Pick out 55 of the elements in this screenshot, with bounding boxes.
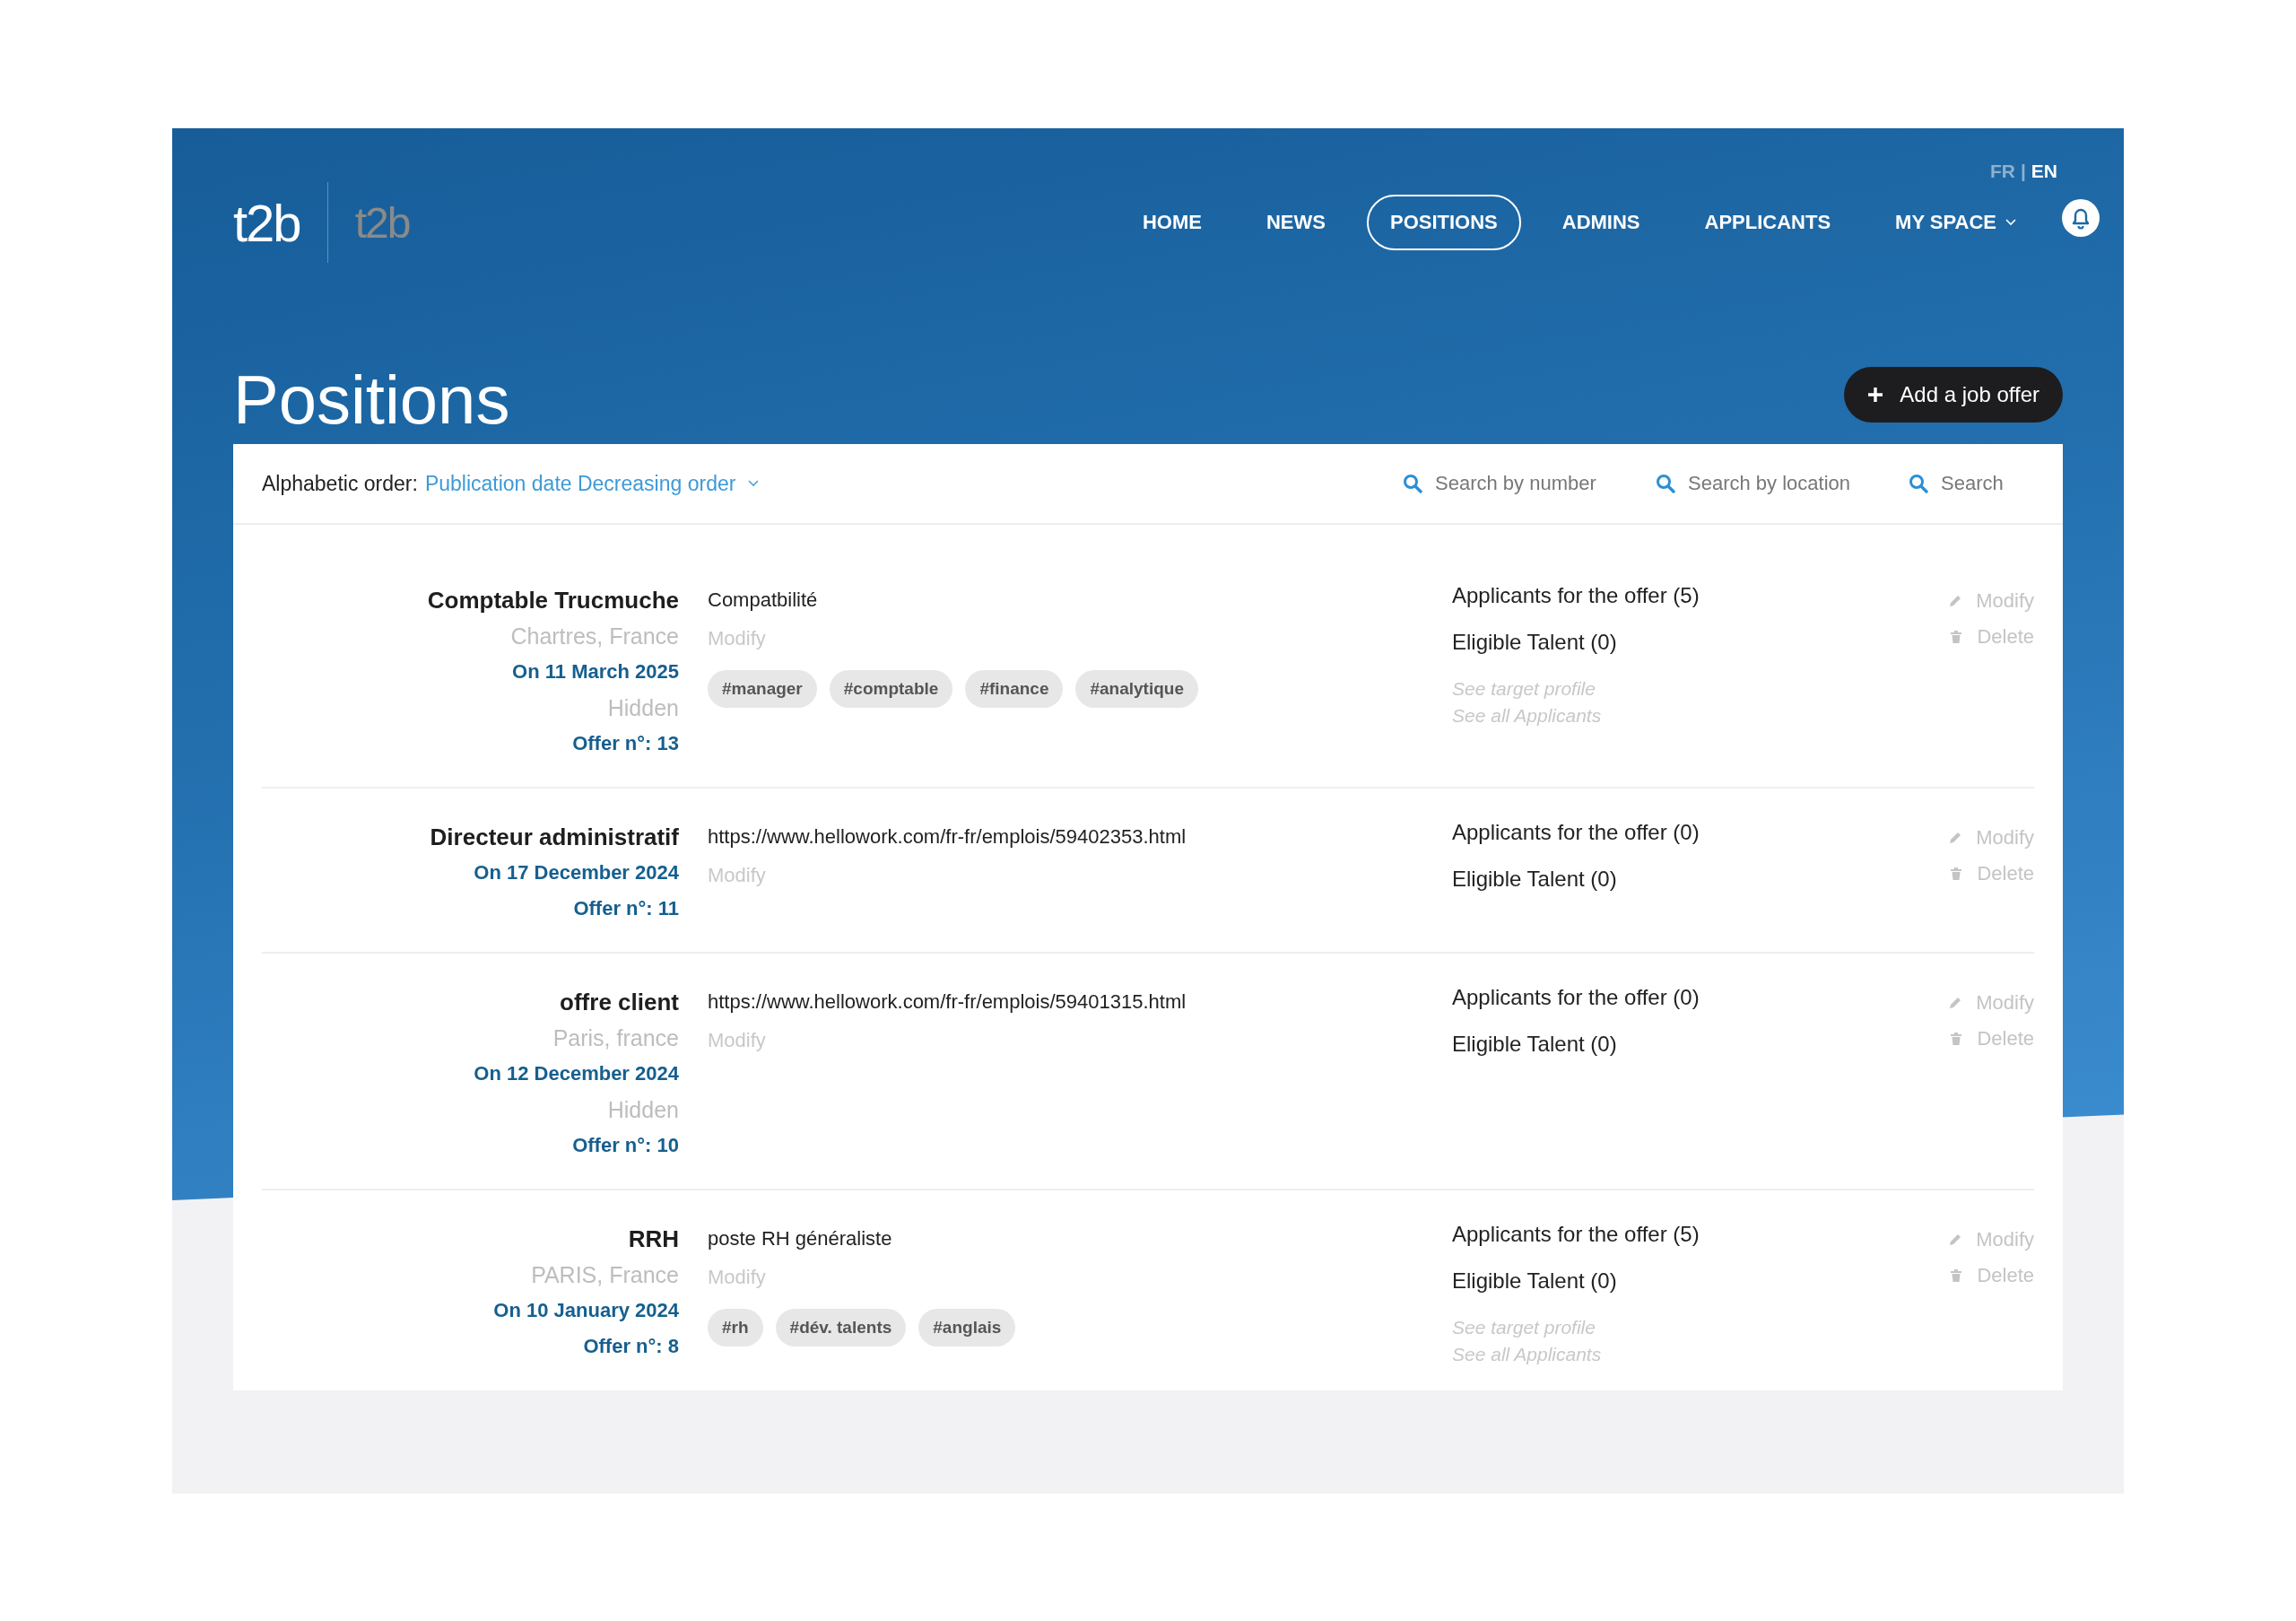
- position-title[interactable]: Comptable Trucmuche: [427, 582, 679, 618]
- eligible-talent-link[interactable]: Eligible Talent (0): [1452, 867, 1617, 892]
- nav-item[interactable]: NEWS: [1242, 195, 1349, 250]
- position-title[interactable]: offre client: [560, 984, 679, 1020]
- tag: #finance: [965, 670, 1064, 708]
- search-icon: [1909, 474, 1928, 493]
- eligible-talent-link[interactable]: Eligible Talent (0): [1452, 1032, 1617, 1057]
- position-description: https://www.hellowork.com/fr-fr/emplois/59402353.html: [708, 824, 1187, 850]
- sort-label: Alphabetic order:: [262, 471, 418, 496]
- nav-item[interactable]: HOME: [1118, 195, 1225, 250]
- visibility-status: Hidden: [607, 1096, 679, 1124]
- publication-date: On 11 March 2025: [512, 659, 679, 684]
- search-icon: [1656, 474, 1675, 493]
- applicants-link[interactable]: Applicants for the offer (0): [1452, 984, 1703, 1010]
- tag: #comptable: [829, 670, 953, 708]
- tag: #rh: [708, 1309, 763, 1346]
- offer-number: Offer n°: 11: [573, 896, 679, 921]
- sort-dropdown[interactable]: Publication date Decreasing order: [424, 471, 760, 496]
- offer-number: Offer n°: 13: [572, 731, 679, 756]
- nav-item[interactable]: APPLICANTS: [1681, 195, 1855, 250]
- add-job-offer-button[interactable]: Add a job offer: [1844, 367, 2063, 423]
- nav-item[interactable]: MY SPACE: [1872, 195, 2039, 250]
- nav-item[interactable]: POSITIONS: [1366, 195, 1521, 250]
- publication-date: On 10 January 2024: [493, 1298, 679, 1323]
- caret-icon: [748, 480, 760, 487]
- language-link[interactable]: EN: [2031, 161, 2057, 182]
- plus-icon: [1867, 387, 1884, 403]
- eligible-talent-link[interactable]: Eligible Talent (0): [1452, 1268, 1617, 1294]
- position-description: Compatbilité: [708, 588, 818, 613]
- position-location: PARIS, France: [531, 1261, 679, 1289]
- page-title: Positions: [233, 360, 510, 439]
- publication-date: On 17 December 2024: [474, 860, 679, 885]
- language-separator: |: [2020, 161, 2026, 182]
- position-title[interactable]: RRH: [628, 1221, 679, 1257]
- position-location: Paris, france: [552, 1024, 679, 1052]
- bell-icon[interactable]: [2061, 198, 2100, 238]
- tag: #dév. talents: [775, 1309, 907, 1346]
- tag: #analytique: [1075, 670, 1198, 708]
- logo[interactable]: t2b: [233, 192, 300, 253]
- publication-date: On 12 December 2024: [474, 1061, 679, 1086]
- search-icon: [1403, 474, 1422, 493]
- eligible-talent-link[interactable]: Eligible Talent (0): [1452, 630, 1617, 655]
- position-description: poste RH généraliste: [708, 1226, 892, 1251]
- applicants-link[interactable]: Applicants for the offer (5): [1452, 1221, 1703, 1247]
- offer-number: Offer n°: 10: [572, 1133, 679, 1158]
- applicants-link[interactable]: Applicants for the offer (5): [1452, 582, 1703, 608]
- position-description: https://www.hellowork.com/fr-fr/emplois/59401315.html: [708, 989, 1187, 1015]
- tag: #manager: [708, 670, 817, 708]
- nav-item[interactable]: ADMINS: [1538, 195, 1664, 250]
- visibility-status: Hidden: [607, 694, 679, 722]
- offer-number: Offer n°: 8: [583, 1334, 679, 1359]
- position-location: Chartres, France: [510, 623, 679, 650]
- position-title[interactable]: Directeur administratif: [430, 819, 679, 855]
- tag: #anglais: [918, 1309, 1016, 1346]
- applicants-link[interactable]: Applicants for the offer (0): [1452, 819, 1703, 845]
